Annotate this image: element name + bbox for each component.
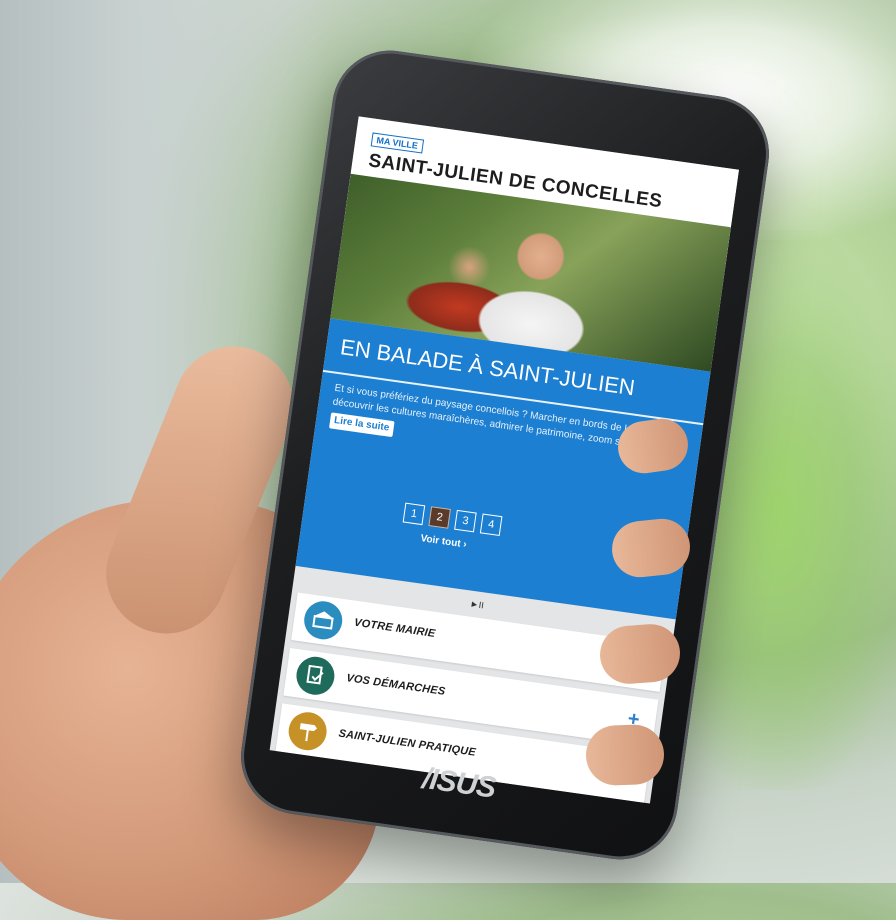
menu-item-label: SOLIDARITÉ [329,783,400,804]
pager-button-2[interactable]: 2 [428,506,451,529]
menu-item-label: VOTRE MAIRIE [353,616,437,640]
pager-button-4[interactable]: 4 [479,513,503,537]
pager-button-3[interactable]: 3 [454,509,477,533]
document-check-icon [293,654,337,698]
slide-pager: 1 2 3 4 [402,502,503,537]
play-pause-control[interactable]: ►II [469,599,484,611]
pager-button-1[interactable]: 1 [402,502,426,526]
read-more-button[interactable]: Lire la suite [329,412,395,438]
finger-4 [584,723,666,787]
signpost-icon [286,709,330,753]
see-all-link[interactable]: Voir tout › [420,533,468,550]
town-hall-icon [301,598,345,642]
ville-tag: MA VILLE [370,132,424,154]
menu-item-label: SAINT-JULIEN PRATIQUE [337,727,477,759]
handshake-icon [278,765,322,804]
menu-item-label: VOS DÉMARCHES [345,672,447,698]
